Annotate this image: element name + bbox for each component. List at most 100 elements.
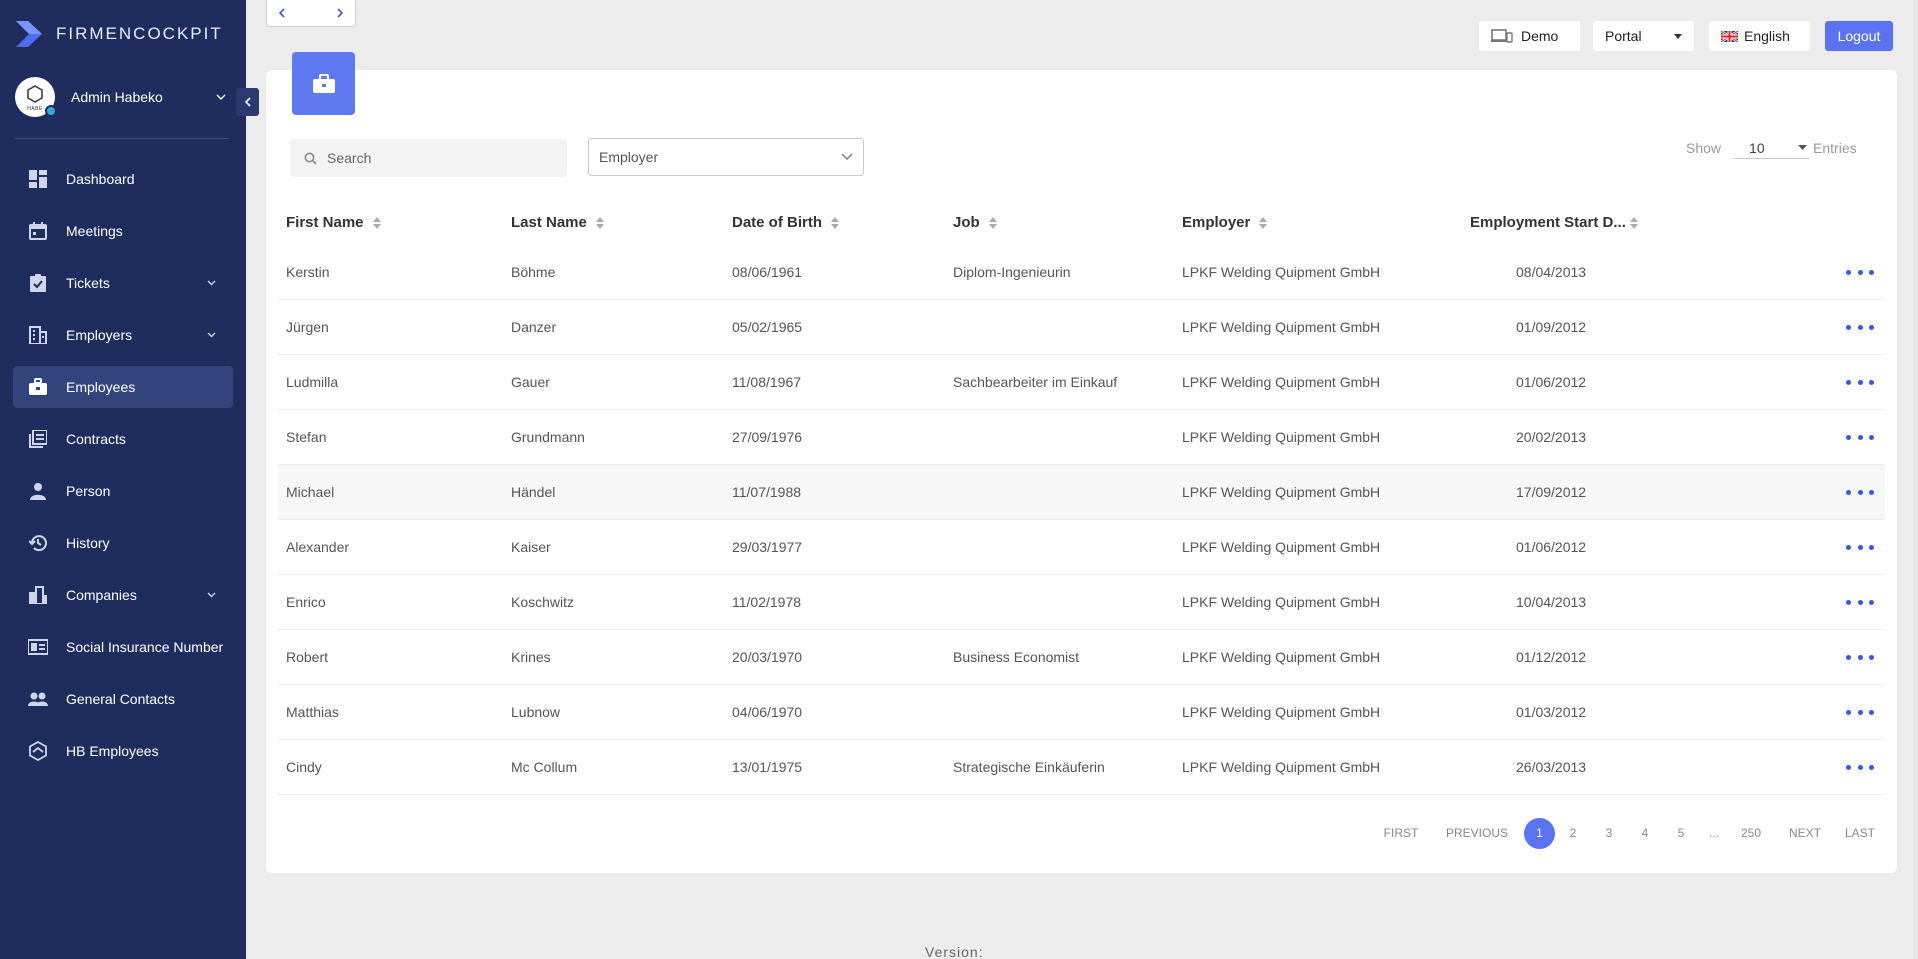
cell-last-name: Kaiser: [511, 539, 551, 555]
portal-label: Portal: [1605, 28, 1642, 44]
row-actions-more-icon[interactable]: [1846, 538, 1874, 556]
column-label: Employment Start D...: [1470, 214, 1626, 231]
cell-last-name: Grundmann: [511, 429, 585, 445]
sidebar-item-employees[interactable]: Employees: [13, 366, 233, 408]
devices-icon: [1491, 29, 1513, 43]
cell-date-of-birth: 11/07/1988: [732, 484, 802, 500]
sidebar-item-meetings[interactable]: Meetings: [13, 210, 233, 252]
page-button-current[interactable]: 1: [1524, 817, 1555, 849]
sidebar: FIRMENCOCKPIT HABE Admin Habeko Dashboar…: [0, 0, 246, 959]
column-label: Job: [953, 214, 980, 231]
cell-date-of-birth: 29/03/1977: [732, 539, 803, 555]
column-header-first-name[interactable]: First Name: [286, 214, 381, 231]
column-header-last-name[interactable]: Last Name: [511, 214, 604, 231]
brand-name: FIRMENCOCKPIT: [56, 24, 223, 43]
cell-first-name: Matthias: [286, 704, 339, 720]
cell-job: Sachbearbeiter im Einkauf: [953, 374, 1118, 390]
user-menu[interactable]: HABE Admin Habeko: [15, 71, 227, 123]
row-actions-more-icon[interactable]: [1846, 263, 1874, 281]
chevron-down-icon[interactable]: [206, 277, 217, 288]
column-header-employer[interactable]: Employer: [1182, 214, 1268, 231]
logout-button[interactable]: Logout: [1825, 21, 1893, 51]
back-arrow-icon[interactable]: [277, 7, 287, 19]
sidebar-item-general-contacts[interactable]: General Contacts: [13, 678, 233, 720]
row-actions-more-icon[interactable]: [1846, 758, 1874, 776]
page-button[interactable]: 3: [1596, 826, 1622, 840]
sidebar-item-contracts[interactable]: Contracts: [13, 418, 233, 460]
sidebar-item-employers[interactable]: Employers: [13, 314, 233, 356]
chevron-down-icon[interactable]: [215, 91, 227, 103]
table-row[interactable]: Stefan Grundmann 27/09/1976 LPKF Welding…: [278, 410, 1885, 465]
page-last-button[interactable]: LAST: [1842, 826, 1878, 840]
sidebar-nav: Dashboard Meetings Tickets Employers Emp…: [13, 158, 233, 782]
table-row[interactable]: Cindy Mc Collum 13/01/1975 Strategische …: [278, 740, 1885, 795]
table-row[interactable]: Jürgen Danzer 05/02/1965 LPKF Welding Qu…: [278, 300, 1885, 355]
sidebar-item-social-insurance-number[interactable]: Social Insurance Number: [13, 626, 233, 668]
sidebar-item-hb-employees[interactable]: HB Employees: [13, 730, 233, 772]
row-actions-more-icon[interactable]: [1846, 483, 1874, 501]
cell-first-name: Alexander: [286, 539, 350, 555]
page-button[interactable]: 5: [1668, 826, 1694, 840]
cell-employment-start: 26/03/2013: [1516, 759, 1587, 775]
sidebar-collapse-button[interactable]: [236, 88, 259, 116]
id-card-icon: [28, 637, 48, 657]
cell-first-name: Robert: [286, 649, 329, 665]
cell-first-name: Jürgen: [286, 319, 329, 335]
row-actions-more-icon[interactable]: [1846, 318, 1874, 336]
row-actions-more-icon[interactable]: [1846, 648, 1874, 666]
row-actions-more-icon[interactable]: [1846, 428, 1874, 446]
show-entries: Show 10 Entries: [1686, 137, 1857, 159]
sidebar-item-history[interactable]: History: [13, 522, 233, 564]
table-row[interactable]: Alexander Kaiser 29/03/1977 LPKF Welding…: [278, 520, 1885, 575]
page-first-button[interactable]: FIRST: [1378, 826, 1424, 840]
companies-icon: [28, 585, 48, 605]
table-row[interactable]: Ludmilla Gauer 11/08/1967 Sachbearbeiter…: [278, 355, 1885, 410]
column-header-job[interactable]: Job: [953, 214, 997, 231]
search-box[interactable]: [290, 139, 567, 177]
sidebar-item-label: Companies: [66, 587, 137, 603]
calendar-icon: [28, 221, 48, 241]
chevron-down-icon[interactable]: [206, 329, 217, 340]
version-label: Version:: [925, 944, 984, 959]
page-previous-button[interactable]: PREVIOUS: [1446, 826, 1508, 840]
cell-date-of-birth: 08/06/1961: [732, 264, 803, 280]
scrollbar[interactable]: [1913, 0, 1918, 959]
column-header-date-of-birth[interactable]: Date of Birth: [732, 214, 839, 231]
page-button[interactable]: 2: [1560, 826, 1586, 840]
entries-select[interactable]: 10: [1733, 137, 1810, 159]
brand[interactable]: FIRMENCOCKPIT: [14, 18, 223, 50]
employer-filter-select[interactable]: Employer: [588, 138, 864, 176]
sidebar-item-dashboard[interactable]: Dashboard: [13, 158, 233, 200]
sidebar-item-tickets[interactable]: Tickets: [13, 262, 233, 304]
column-header-employment-start-date[interactable]: Employment Start D...: [1470, 214, 1638, 231]
language-button[interactable]: English: [1709, 21, 1810, 51]
search-input[interactable]: [327, 150, 547, 166]
cell-employment-start: 20/02/2013: [1516, 429, 1587, 445]
page-button[interactable]: 4: [1632, 826, 1658, 840]
sidebar-item-companies[interactable]: Companies: [13, 574, 233, 616]
row-actions-more-icon[interactable]: [1846, 703, 1874, 721]
sidebar-item-label: Employees: [66, 379, 136, 395]
hexagon-icon: [28, 741, 48, 761]
employer-filter-placeholder: Employer: [599, 149, 659, 165]
page-button[interactable]: 250: [1736, 826, 1766, 840]
chevron-down-icon[interactable]: [206, 589, 217, 600]
row-actions-more-icon[interactable]: [1846, 593, 1874, 611]
demo-button[interactable]: Demo: [1479, 21, 1580, 51]
forward-arrow-icon[interactable]: [335, 7, 345, 19]
table-row[interactable]: Kerstin Böhme 08/06/1961 Diplom-Ingenieu…: [278, 245, 1885, 300]
cell-date-of-birth: 11/02/1978: [732, 594, 802, 610]
table-row[interactable]: Robert Krines 20/03/1970 Business Econom…: [278, 630, 1885, 685]
table-row[interactable]: Michael Händel 11/07/1988 LPKF Welding Q…: [278, 465, 1885, 520]
cell-first-name: Kerstin: [286, 264, 330, 280]
entries-label: Entries: [1813, 140, 1857, 156]
cell-date-of-birth: 13/01/1975: [732, 759, 803, 775]
page-next-button[interactable]: NEXT: [1786, 826, 1824, 840]
cell-job: Diplom-Ingenieurin: [953, 264, 1071, 280]
row-actions-more-icon[interactable]: [1846, 373, 1874, 391]
table-row[interactable]: Enrico Koschwitz 11/02/1978 LPKF Welding…: [278, 575, 1885, 630]
cell-employer: LPKF Welding Quipment GmbH: [1182, 264, 1381, 280]
portal-select[interactable]: Portal: [1593, 21, 1694, 51]
table-row[interactable]: Matthias Lubnow 04/06/1970 LPKF Welding …: [278, 685, 1885, 740]
sidebar-item-person[interactable]: Person: [13, 470, 233, 512]
